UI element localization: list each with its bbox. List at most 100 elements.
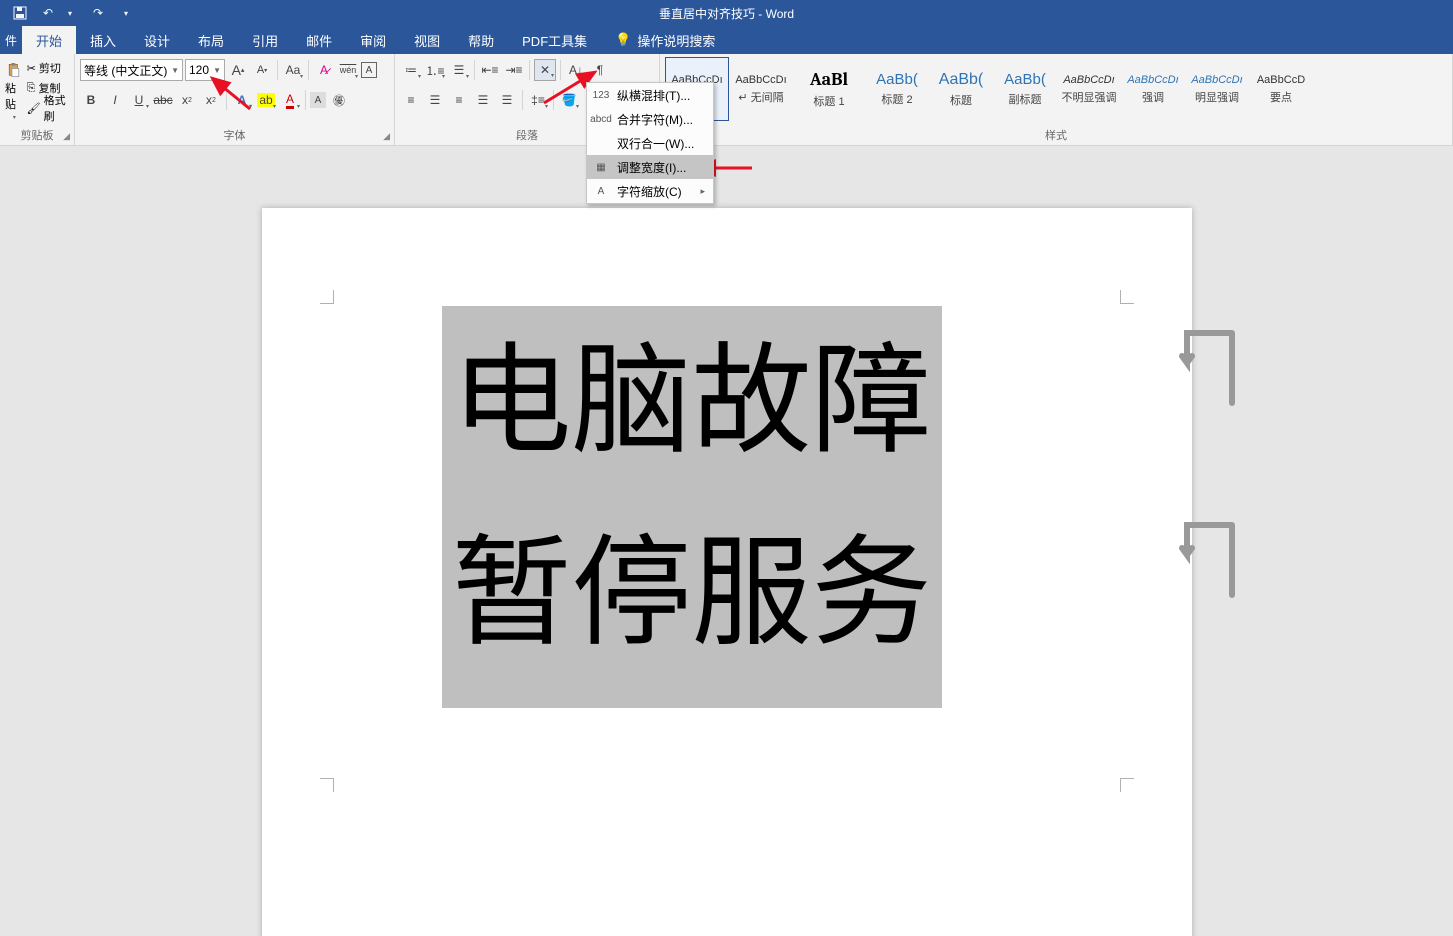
show-marks-button[interactable]: ¶: [589, 59, 611, 81]
dropdown-item-label: 字符缩放(C): [617, 183, 682, 200]
line-spacing-button[interactable]: ‡≡: [527, 89, 549, 111]
shading-button[interactable]: 🪣: [558, 89, 580, 111]
tab-home[interactable]: 开始: [22, 26, 76, 54]
dropdown-item[interactable]: A字符缩放(C): [587, 179, 713, 203]
font-color-button[interactable]: A: [279, 89, 301, 111]
font-launcher-icon[interactable]: ◢: [383, 131, 390, 142]
style-item[interactable]: AaBbCcDı不明显强调: [1057, 57, 1121, 121]
align-center-button[interactable]: ☰: [424, 89, 446, 111]
character-shading-button[interactable]: A: [310, 92, 326, 108]
change-case-button[interactable]: Aa: [282, 59, 304, 81]
dropdown-item-label: 双行合一(W)...: [617, 135, 694, 152]
dropdown-item-icon: ▦: [593, 159, 609, 175]
style-gallery[interactable]: AaBbCcDı↵ 正文AaBbCcDı↵ 无间隔AaBl标题 1AaBb(标题…: [665, 57, 1447, 121]
style-label: 标题: [950, 92, 972, 108]
style-preview: AaBbCcD: [1257, 74, 1305, 86]
styles-group-label: 样式: [1045, 127, 1067, 143]
sort-button[interactable]: A↓: [565, 59, 587, 81]
style-label: 标题 1: [813, 93, 844, 109]
font-name-value: 等线 (中文正文): [84, 62, 167, 79]
tab-design[interactable]: 设计: [130, 26, 184, 54]
superscript-button[interactable]: x2: [200, 89, 222, 111]
bullets-button[interactable]: ≔: [400, 59, 422, 81]
style-item[interactable]: AaBbCcD 要点: [1249, 57, 1313, 121]
style-item[interactable]: AaBb(标题 2: [865, 57, 929, 121]
tab-pdf-tools[interactable]: PDF工具集: [508, 26, 601, 54]
font-size-combo[interactable]: 120▼: [185, 59, 225, 81]
distribute-button[interactable]: ☰: [496, 89, 518, 111]
align-right-button[interactable]: ≡: [448, 89, 470, 111]
format-painter-button[interactable]: 🖌格式刷: [27, 99, 69, 117]
character-border-button[interactable]: A: [361, 62, 377, 78]
document-canvas[interactable]: 电脑故障 暂停服务: [0, 146, 1453, 936]
italic-button[interactable]: I: [104, 89, 126, 111]
undo-split-icon[interactable]: ▾: [58, 2, 82, 24]
style-item[interactable]: AaBbCcDı↵ 无间隔: [729, 57, 793, 121]
tab-mailings[interactable]: 邮件: [292, 26, 346, 54]
style-label: 不明显强调: [1062, 89, 1117, 105]
multilevel-list-button[interactable]: ☰: [448, 59, 470, 81]
undo-icon[interactable]: ↶: [36, 2, 60, 24]
tab-review[interactable]: 审阅: [346, 26, 400, 54]
text-effects-button[interactable]: A: [231, 89, 253, 111]
enclose-characters-button[interactable]: ㊝: [328, 89, 350, 111]
phonetic-guide-button[interactable]: wén: [337, 59, 359, 81]
clear-format-button[interactable]: A̷: [313, 59, 335, 81]
font-group-label: 字体: [224, 127, 246, 143]
paste-button[interactable]: 粘贴 ▾: [5, 57, 24, 121]
tab-file[interactable]: 件: [0, 26, 22, 54]
style-item[interactable]: AaBb(副标题: [993, 57, 1057, 121]
clipboard-launcher-icon[interactable]: ◢: [63, 131, 70, 142]
cut-button[interactable]: ✂剪切: [27, 59, 69, 77]
dropdown-item[interactable]: abcd合并字符(M)...: [587, 107, 713, 131]
style-preview: AaBl: [810, 69, 848, 90]
style-item[interactable]: AaBb( 标题: [929, 57, 993, 121]
tab-layout[interactable]: 布局: [184, 26, 238, 54]
numbering-button[interactable]: ⒈≡: [424, 59, 446, 81]
shrink-font-button[interactable]: A▾: [251, 59, 273, 81]
font-size-value: 120: [189, 63, 209, 77]
tab-help[interactable]: 帮助: [454, 26, 508, 54]
underline-button[interactable]: U: [128, 89, 150, 111]
highlight-button[interactable]: ab: [255, 89, 277, 111]
text-selection[interactable]: 电脑故障 暂停服务: [442, 306, 942, 708]
group-clipboard: 粘贴 ▾ ✂剪切 ⎘复制 🖌格式刷 剪贴板◢: [0, 54, 75, 145]
window-title: 垂直居中对齐技巧 - Word: [659, 5, 794, 22]
copy-icon: ⎘: [27, 82, 36, 95]
style-item[interactable]: AaBbCcDı明显强调: [1185, 57, 1249, 121]
style-preview: AaBbCcDı: [1191, 74, 1242, 86]
tab-view[interactable]: 视图: [400, 26, 454, 54]
dropdown-item[interactable]: 123纵横混排(T)...: [587, 83, 713, 107]
qat-customize-icon[interactable]: ▾: [114, 2, 138, 24]
paragraph-group-label: 段落: [516, 127, 538, 143]
increase-indent-button[interactable]: ⇥≡: [503, 59, 525, 81]
style-label: 要点: [1270, 89, 1292, 105]
margin-corner-br: [1120, 778, 1134, 792]
decrease-indent-button[interactable]: ⇤≡: [479, 59, 501, 81]
save-icon[interactable]: [8, 2, 32, 24]
redo-icon[interactable]: ↷: [86, 2, 110, 24]
dropdown-item[interactable]: 双行合一(W)...: [587, 131, 713, 155]
style-item[interactable]: AaBbCcDı强调: [1121, 57, 1185, 121]
style-item[interactable]: AaBl 标题 1: [793, 57, 865, 121]
dropdown-item[interactable]: ▦调整宽度(I)...: [587, 155, 713, 179]
font-name-combo[interactable]: 等线 (中文正文)▼: [80, 59, 183, 81]
clipboard-group-label: 剪贴板: [21, 127, 54, 143]
style-label: 副标题: [1009, 91, 1042, 107]
tell-me-label: 操作说明搜索: [637, 31, 715, 50]
brush-icon: 🖌: [27, 102, 41, 115]
subscript-button[interactable]: x2: [176, 89, 198, 111]
justify-button[interactable]: ☰: [472, 89, 494, 111]
style-preview: AaBb(: [939, 71, 983, 89]
grow-font-button[interactable]: A▴: [227, 59, 249, 81]
lightbulb-icon: 💡: [615, 32, 631, 48]
tell-me-search[interactable]: 💡 操作说明搜索: [601, 26, 729, 54]
bold-button[interactable]: B: [80, 89, 102, 111]
ribbon-tabs: 件 开始 插入 设计 布局 引用 邮件 审阅 视图 帮助 PDF工具集 💡 操作…: [0, 26, 1453, 54]
strikethrough-button[interactable]: abc: [152, 89, 174, 111]
tab-insert[interactable]: 插入: [76, 26, 130, 54]
style-preview: AaBb(: [876, 71, 918, 88]
asian-layout-button[interactable]: ✕: [534, 59, 556, 81]
tab-references[interactable]: 引用: [238, 26, 292, 54]
align-left-button[interactable]: ≡: [400, 89, 422, 111]
